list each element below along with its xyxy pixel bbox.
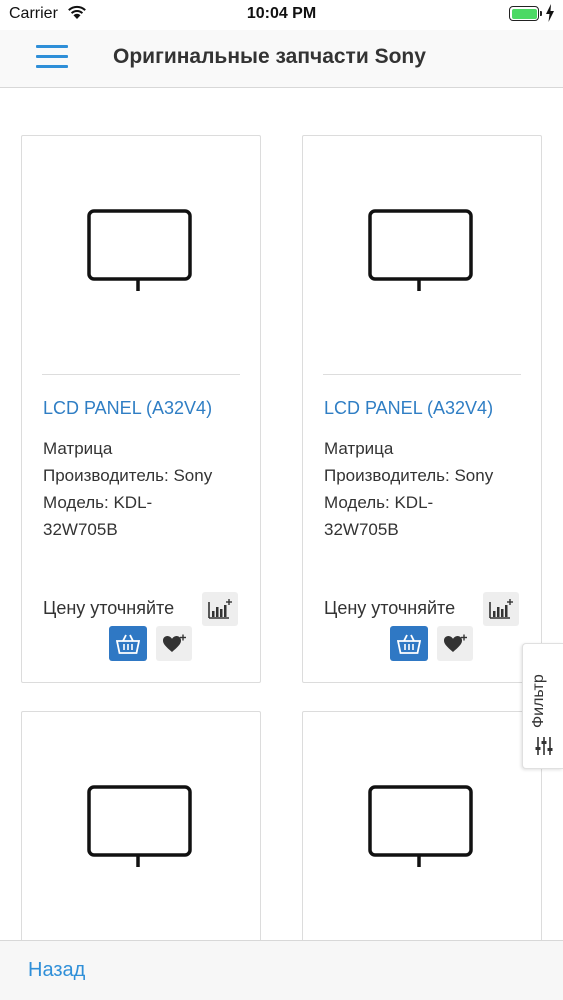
- filter-button[interactable]: Фильтр: [522, 643, 563, 769]
- product-name-link[interactable]: LCD PANEL (A32V4): [324, 398, 493, 419]
- compare-chart-icon: [208, 599, 232, 619]
- add-to-favorites-button[interactable]: [156, 626, 192, 661]
- description-line: Матрица: [43, 439, 113, 458]
- nav-bar: Оригинальные запчасти Sony: [0, 30, 563, 88]
- screen: Carrier 10:04 PM Оригинальные запчасти S…: [0, 0, 563, 1000]
- price-label: Цену уточняйте: [43, 598, 175, 618]
- page-title: Оригинальные запчасти Sony: [113, 45, 426, 68]
- description-line: Производитель: Sony: [43, 466, 213, 485]
- heart-plus-icon: [444, 634, 467, 652]
- description-line: 32W705B: [324, 520, 399, 539]
- monitor-icon: [323, 772, 521, 892]
- price-label: Цену уточняйте: [324, 598, 456, 618]
- compare-button[interactable]: [202, 592, 238, 626]
- product-card[interactable]: LCD PANEL (A32V4) Матрица Производитель:…: [302, 135, 542, 683]
- compare-button[interactable]: [483, 592, 519, 626]
- description-line: 32W705B: [43, 520, 118, 539]
- product-card[interactable]: LCD PANEL (A32V4) Матрица Производитель:…: [21, 135, 261, 683]
- add-to-cart-button[interactable]: [109, 626, 147, 661]
- filter-label: Фильтр: [530, 674, 547, 728]
- monitor-icon: [42, 196, 240, 316]
- basket-icon: [116, 634, 140, 654]
- status-bar: Carrier 10:04 PM: [0, 0, 563, 30]
- hamburger-menu-icon[interactable]: [36, 45, 68, 69]
- bottom-bar: Назад: [0, 940, 563, 1000]
- description-line: Модель: KDL-: [43, 493, 153, 512]
- add-to-cart-button[interactable]: [390, 626, 428, 661]
- product-name-link[interactable]: LCD PANEL (A32V4): [43, 398, 212, 419]
- back-button[interactable]: Назад: [28, 959, 85, 982]
- basket-icon: [397, 634, 421, 654]
- description-line: Производитель: Sony: [324, 466, 494, 485]
- battery-tip: [540, 11, 542, 16]
- card-divider: [42, 374, 240, 375]
- card-divider: [323, 374, 521, 375]
- product-description: Матрица Производитель: Sony Модель: KDL-…: [43, 435, 248, 543]
- status-time: 10:04 PM: [246, 5, 317, 22]
- charging-bolt-icon: [546, 4, 554, 22]
- compare-chart-icon: [489, 599, 513, 619]
- product-description: Матрица Производитель: Sony Модель: KDL-…: [324, 435, 529, 543]
- sliders-icon: [535, 737, 553, 755]
- monitor-icon: [323, 196, 521, 316]
- battery-icon: [509, 6, 539, 21]
- description-line: Матрица: [324, 439, 394, 458]
- monitor-icon: [42, 772, 240, 892]
- heart-plus-icon: [163, 634, 186, 652]
- description-line: Модель: KDL-: [324, 493, 434, 512]
- add-to-favorites-button[interactable]: [437, 626, 473, 661]
